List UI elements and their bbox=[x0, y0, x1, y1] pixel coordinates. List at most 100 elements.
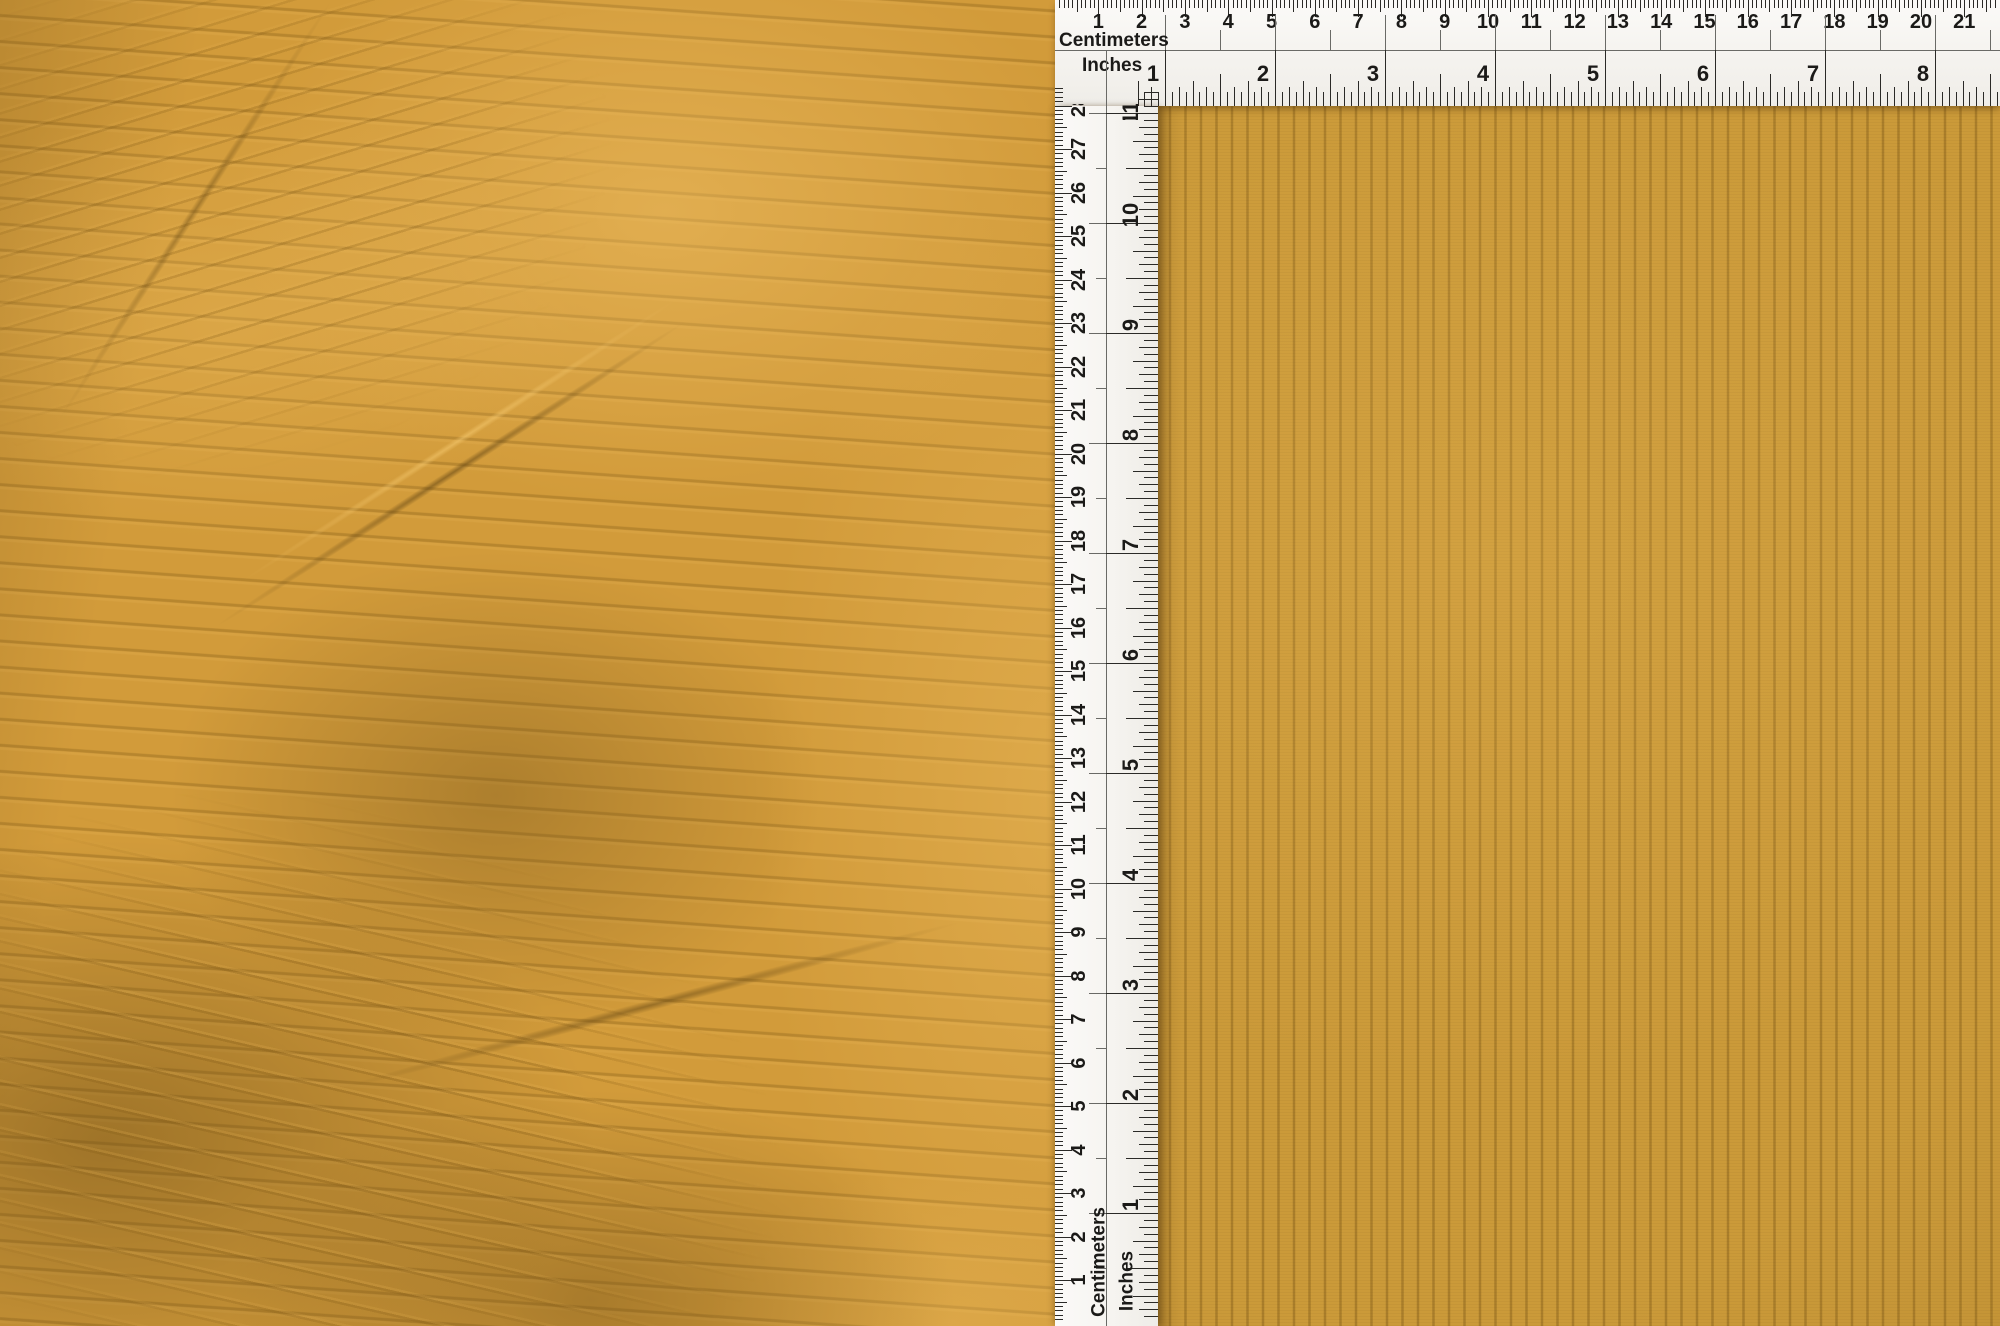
ruler-divider bbox=[1106, 50, 1107, 1326]
cm-tick bbox=[1852, 0, 1853, 8]
inch-tick bbox=[1144, 1000, 1158, 1001]
cm-tick bbox=[1479, 0, 1480, 8]
inch-tick bbox=[1126, 278, 1158, 279]
inch-tick bbox=[1894, 87, 1895, 106]
inch-tick bbox=[1144, 436, 1158, 437]
inch-tick bbox=[1887, 92, 1888, 106]
cm-tick bbox=[1523, 0, 1524, 8]
cm-tick bbox=[1189, 0, 1190, 8]
cm-tick bbox=[1055, 197, 1063, 198]
inch-tick bbox=[1139, 402, 1158, 403]
inch-tick bbox=[1639, 92, 1640, 106]
inch-tick bbox=[1144, 244, 1158, 245]
cm-tick bbox=[1055, 662, 1063, 663]
inch-tick bbox=[1106, 663, 1158, 664]
cm-tick bbox=[1181, 0, 1182, 8]
inch-tick bbox=[1268, 92, 1269, 106]
cm-tick bbox=[1930, 0, 1931, 8]
cm-tick bbox=[1514, 0, 1515, 8]
inch-tick bbox=[1144, 257, 1158, 258]
inch-tick bbox=[1144, 904, 1158, 905]
inch-tick bbox=[1241, 92, 1242, 106]
inch-tick bbox=[1474, 92, 1475, 106]
cm-tick bbox=[1198, 0, 1199, 8]
cm-number: 6 bbox=[1309, 12, 1320, 32]
cm-tick bbox=[1332, 0, 1333, 8]
inch-tick bbox=[1144, 202, 1158, 203]
inch-tick bbox=[1584, 92, 1585, 106]
inch-tick bbox=[1674, 87, 1675, 106]
cm-tick bbox=[1055, 362, 1063, 363]
inch-cross-line bbox=[1089, 443, 1106, 444]
cm-number: 13 bbox=[1607, 12, 1629, 32]
cm-tick bbox=[1055, 1267, 1063, 1268]
inch-tick bbox=[1199, 92, 1200, 106]
cm-tick bbox=[1886, 0, 1887, 8]
cm-tick bbox=[1579, 0, 1580, 8]
inch-tick bbox=[1144, 519, 1158, 520]
cm-tick bbox=[1540, 0, 1541, 8]
cm-tick bbox=[1055, 397, 1063, 398]
inch-tick bbox=[1126, 828, 1158, 829]
cm-tick bbox=[1752, 0, 1753, 8]
inch-tick bbox=[1144, 1261, 1158, 1262]
inch-tick bbox=[1139, 1117, 1158, 1118]
fabric-photo: 1234567891011121314151617181920212223242… bbox=[0, 0, 2000, 1326]
cm-tick bbox=[1055, 862, 1063, 863]
cm-tick bbox=[1055, 1245, 1063, 1246]
cm-tick bbox=[1960, 0, 1961, 8]
cm-tick bbox=[1055, 828, 1063, 829]
cm-number: 14 bbox=[1650, 12, 1672, 32]
cm-tick bbox=[1055, 1049, 1063, 1050]
cm-tick bbox=[1371, 0, 1372, 8]
inch-tick bbox=[1144, 1302, 1158, 1303]
cm-tick bbox=[1055, 823, 1067, 824]
cm-tick bbox=[1055, 993, 1063, 994]
inch-number: 3 bbox=[1120, 979, 1142, 991]
cm-tick bbox=[1925, 0, 1926, 8]
cm-tick bbox=[1055, 293, 1063, 294]
inch-tick bbox=[1963, 81, 1964, 106]
cm-tick bbox=[1055, 688, 1063, 689]
inch-tick bbox=[1144, 656, 1158, 657]
half-inch-cross-line bbox=[1096, 168, 1106, 169]
cm-tick bbox=[1055, 719, 1063, 720]
inch-tick bbox=[1126, 608, 1158, 609]
cm-tick bbox=[1055, 980, 1063, 981]
inch-tick bbox=[1220, 74, 1221, 106]
cm-tick bbox=[1055, 836, 1063, 837]
cm-tick bbox=[1055, 597, 1063, 598]
cm-tick bbox=[1055, 1276, 1063, 1277]
inch-tick bbox=[1144, 505, 1158, 506]
inch-cross-line bbox=[1089, 663, 1106, 664]
cm-tick bbox=[1544, 0, 1545, 8]
cm-tick bbox=[1055, 206, 1063, 207]
cm-tick bbox=[1055, 771, 1063, 772]
cm-tick bbox=[1055, 1223, 1063, 1224]
cm-tick bbox=[1393, 0, 1394, 8]
inch-tick bbox=[1144, 642, 1158, 643]
cm-tick bbox=[1055, 593, 1063, 594]
cm-tick bbox=[1055, 884, 1063, 885]
inch-tick bbox=[1557, 92, 1558, 106]
inch-tick bbox=[1502, 92, 1503, 106]
inch-tick bbox=[1289, 87, 1290, 106]
cm-tick bbox=[1055, 606, 1067, 607]
cm-tick bbox=[1570, 0, 1571, 8]
cm-tick bbox=[1055, 1023, 1063, 1024]
inch-tick bbox=[1139, 1309, 1158, 1310]
cm-number: 6 bbox=[1069, 1057, 1089, 1068]
inch-tick bbox=[1536, 87, 1537, 106]
cm-tick bbox=[1709, 0, 1710, 8]
cm-tick bbox=[1055, 854, 1063, 855]
inch-tick bbox=[1139, 127, 1158, 128]
inch-number: 2 bbox=[1120, 1089, 1142, 1101]
inch-tick bbox=[1179, 87, 1180, 106]
inch-tick bbox=[1248, 81, 1249, 106]
cm-tick bbox=[1648, 0, 1649, 8]
cm-tick bbox=[1293, 0, 1294, 12]
cm-tick bbox=[1055, 201, 1063, 202]
cm-tick bbox=[1055, 240, 1063, 241]
cm-tick bbox=[1336, 0, 1337, 12]
cm-tick bbox=[1826, 0, 1827, 8]
